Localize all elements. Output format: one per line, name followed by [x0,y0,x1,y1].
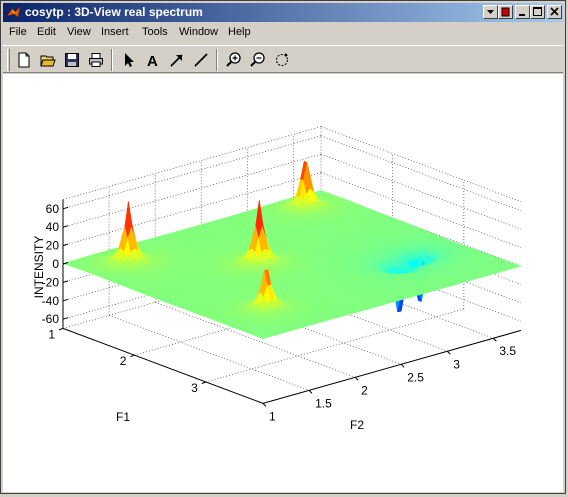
select-button[interactable] [118,49,140,71]
grid-line [63,136,321,209]
f1-tick [130,355,134,357]
z-tick-label: 40 [46,220,60,234]
z-tick-label: -60 [42,312,60,326]
z-tick [63,281,68,283]
toolbar: A [3,45,563,73]
f2-axis-line [263,330,521,403]
rotate-icon [274,52,290,68]
insert-line-button[interactable] [190,49,212,71]
f1-tick [59,328,63,330]
line-icon [193,52,209,68]
print-icon [88,52,104,68]
menu-view[interactable]: View [67,26,91,38]
z-tick-label: 60 [46,202,60,216]
grid-line [321,136,521,211]
toolbar-separator [216,49,218,71]
close-button[interactable] [547,5,562,19]
open-folder-icon [40,52,56,68]
surface-plot[interactable]: 6040200-20-40-6012311.522.533.5INTENSITY… [3,74,563,492]
title-bar[interactable]: cosytp : 3D-View real spectrum [3,3,563,22]
window-title: cosytp : 3D-View real spectrum [25,5,203,19]
pointer-icon [121,52,137,68]
toolbar-grip[interactable] [7,49,10,71]
zoom-out-icon [250,52,266,68]
z-tick [63,318,68,320]
menu-tools[interactable]: Tools [142,26,168,38]
print-button[interactable] [85,49,107,71]
new-file-icon [16,52,32,68]
zoom-out-button[interactable] [247,49,269,71]
f1-axis-line [63,328,263,403]
save-button[interactable] [61,49,83,71]
menu-insert[interactable]: Insert [101,26,129,38]
grid-line [63,127,321,200]
save-icon [64,52,80,68]
zoom-in-icon [226,52,242,68]
zoom-in-button[interactable] [223,49,245,71]
f1-tick-label: 2 [120,354,127,368]
insert-arrow-button[interactable] [166,49,188,71]
z-tick-label: 20 [46,239,60,253]
matlab-logo-icon [6,5,21,20]
rotate-3d-button[interactable] [271,49,293,71]
figure-canvas[interactable]: 6040200-20-40-6012311.522.533.5INTENSITY… [3,74,563,492]
z-tick-label: 0 [52,257,59,271]
dock-button[interactable] [483,5,498,19]
insert-text-button[interactable]: A [142,49,164,71]
menu-window[interactable]: Window [179,26,218,38]
z-tick [63,244,68,246]
figure-window: cosytp : 3D-View real spectrum File Edit… [0,0,566,494]
grid-line [321,127,521,202]
text-icon: A [145,52,161,68]
new-file-button[interactable] [13,49,35,71]
open-file-button[interactable] [37,49,59,71]
z-tick [63,299,68,301]
menu-edit[interactable]: Edit [37,26,56,38]
minimize-button[interactable] [515,5,530,19]
menu-file[interactable]: File [9,26,27,38]
toolbar-separator [111,49,113,71]
menu-help[interactable]: Help [228,26,251,38]
menu-bar: File Edit View Insert Tools Window Help [3,23,563,43]
maximize-button[interactable] [530,5,545,19]
arrow-icon [169,52,185,68]
f1-tick-label: 1 [48,327,55,341]
z-tick [63,226,68,228]
z-tick [63,207,68,209]
undock-button[interactable] [498,5,513,19]
